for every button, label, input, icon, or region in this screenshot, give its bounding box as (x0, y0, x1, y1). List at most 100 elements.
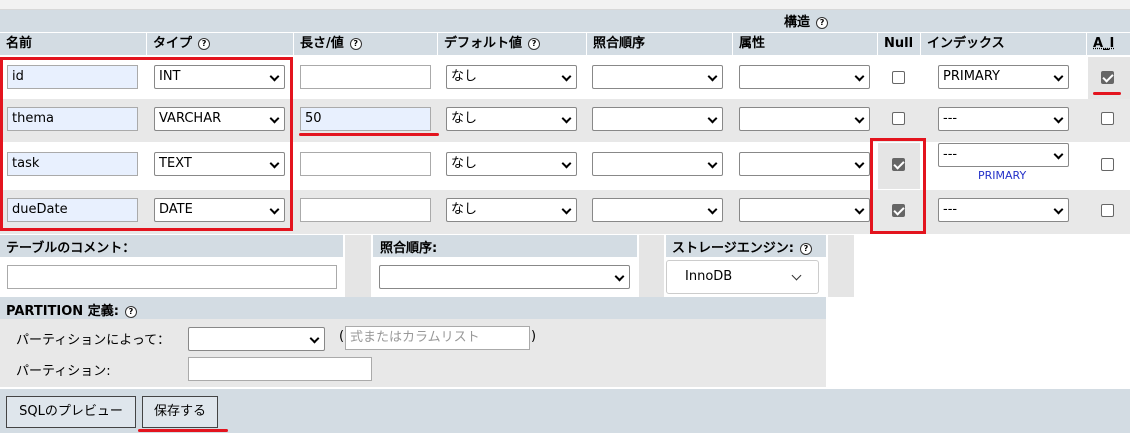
structure-title-label: 構造 (784, 15, 811, 30)
default-select[interactable]: なし (446, 152, 577, 176)
save-button[interactable]: 保存する (142, 396, 218, 428)
ai-checkbox[interactable] (1101, 112, 1114, 125)
attributes-select[interactable] (739, 65, 870, 89)
index-select[interactable]: --- (938, 143, 1069, 167)
separator-col (345, 235, 371, 297)
storage-engine-value: InnoDB (685, 269, 733, 284)
storage-label: ストレージエンジン:? (672, 237, 812, 256)
col-header-collation: 照合順序 (587, 33, 732, 55)
chevron-down-icon (309, 333, 320, 344)
collation-select[interactable] (592, 107, 723, 131)
length-input[interactable] (300, 65, 431, 89)
chevron-down-icon (707, 158, 718, 169)
highlight-ai-underline (1093, 92, 1121, 95)
collation-select[interactable] (592, 198, 723, 222)
partition-by-label: パーティションによって： (16, 333, 171, 348)
highlight-name-type-box (0, 57, 293, 231)
chevron-down-icon (561, 158, 572, 169)
highlight-length-underline (299, 133, 439, 136)
default-select[interactable]: なし (446, 65, 577, 89)
default-select[interactable]: なし (446, 107, 577, 131)
partition-by-select[interactable] (188, 327, 325, 351)
default-value: なし (451, 69, 478, 84)
col-header-attributes: 属性 (733, 33, 877, 55)
index-value: --- (943, 147, 958, 162)
top-strip (0, 0, 1130, 10)
chevron-down-icon (1053, 113, 1064, 124)
default-value: なし (451, 156, 478, 171)
chevron-down-icon (1053, 71, 1064, 82)
col-length-label: 長さ/値 (300, 36, 344, 51)
index-select[interactable]: PRIMARY (938, 65, 1069, 89)
storage-label-text: ストレージエンジン: (672, 241, 794, 256)
chevron-down-icon (561, 204, 572, 215)
collation-select[interactable] (592, 152, 723, 176)
col-default-label: デフォルト値 (444, 36, 523, 51)
ai-checkbox[interactable] (1101, 204, 1114, 217)
comment-label: テーブルのコメント： (6, 241, 136, 256)
default-value: なし (451, 202, 478, 217)
col-name-label: 名前 (6, 36, 33, 51)
table-collation-select[interactable] (379, 265, 630, 289)
help-icon[interactable]: ? (816, 16, 829, 29)
default-select[interactable]: なし (446, 198, 577, 222)
partition-title: PARTITION 定義:? (6, 300, 137, 319)
help-icon[interactable]: ? (198, 37, 211, 50)
primary-index-link[interactable]: PRIMARY (978, 169, 1026, 182)
chevron-down-icon (854, 113, 865, 124)
null-checkbox[interactable] (892, 112, 905, 125)
collation-label: 照合順序: (380, 241, 438, 256)
col-collation-label: 照合順序 (593, 36, 646, 51)
index-value: --- (943, 111, 958, 126)
index-value: PRIMARY (943, 69, 1000, 84)
help-icon[interactable]: ? (349, 37, 362, 50)
chevron-down-icon (561, 71, 572, 82)
help-icon[interactable]: ? (124, 305, 137, 318)
col-header-ai[interactable]: A_I (1087, 33, 1130, 55)
col-attributes-label: 属性 (739, 36, 766, 51)
ai-checkbox[interactable] (1101, 158, 1114, 171)
col-ai-label: A_I (1093, 36, 1115, 51)
chevron-down-icon (561, 113, 572, 124)
col-header-null: Null (878, 33, 920, 55)
partition-expression-placeholder: 式またはカラムリスト (350, 330, 480, 345)
table-comment-input[interactable] (7, 265, 337, 289)
expr-open-paren: ( (339, 329, 345, 344)
expr-close-paren: ) (531, 329, 537, 344)
chevron-down-icon (854, 204, 865, 215)
sql-preview-button[interactable]: SQLのプレビュー (6, 396, 136, 428)
partition-title-text: PARTITION 定義: (6, 304, 119, 319)
attributes-select[interactable] (739, 152, 870, 176)
structure-title: 構造? (784, 11, 829, 30)
col-header-name: 名前 (0, 33, 146, 55)
storage-engine-select[interactable]: InnoDB (666, 260, 819, 294)
ai-checkbox[interactable] (1101, 71, 1114, 84)
chevron-down-icon (614, 271, 625, 282)
col-null-label: Null (884, 36, 914, 51)
attributes-select[interactable] (739, 198, 870, 222)
index-value: --- (943, 202, 958, 217)
length-input[interactable] (300, 152, 431, 176)
index-select[interactable]: --- (938, 198, 1069, 222)
col-index-label: インデックス (927, 36, 1005, 51)
col-header-type: タイプ? (147, 33, 293, 55)
structure-header (0, 10, 1130, 32)
attributes-select[interactable] (739, 107, 870, 131)
help-icon[interactable]: ? (528, 37, 541, 50)
separator-col (639, 235, 664, 297)
partition-expression-input[interactable]: 式またはカラムリスト (345, 326, 530, 350)
separator-col (828, 235, 854, 297)
chevron-down-icon (791, 270, 802, 281)
index-select[interactable]: --- (938, 107, 1069, 131)
help-icon[interactable]: ? (799, 242, 812, 255)
length-input[interactable]: 50 (300, 107, 431, 131)
chevron-down-icon (707, 204, 718, 215)
highlight-save-underline (138, 429, 228, 432)
partitions-label: パーティション: (16, 364, 111, 379)
chevron-down-icon (1053, 149, 1064, 160)
partitions-input[interactable] (188, 357, 372, 381)
chevron-down-icon (854, 158, 865, 169)
collation-select[interactable] (592, 65, 723, 89)
null-checkbox[interactable] (892, 71, 905, 84)
length-input[interactable] (300, 198, 431, 222)
